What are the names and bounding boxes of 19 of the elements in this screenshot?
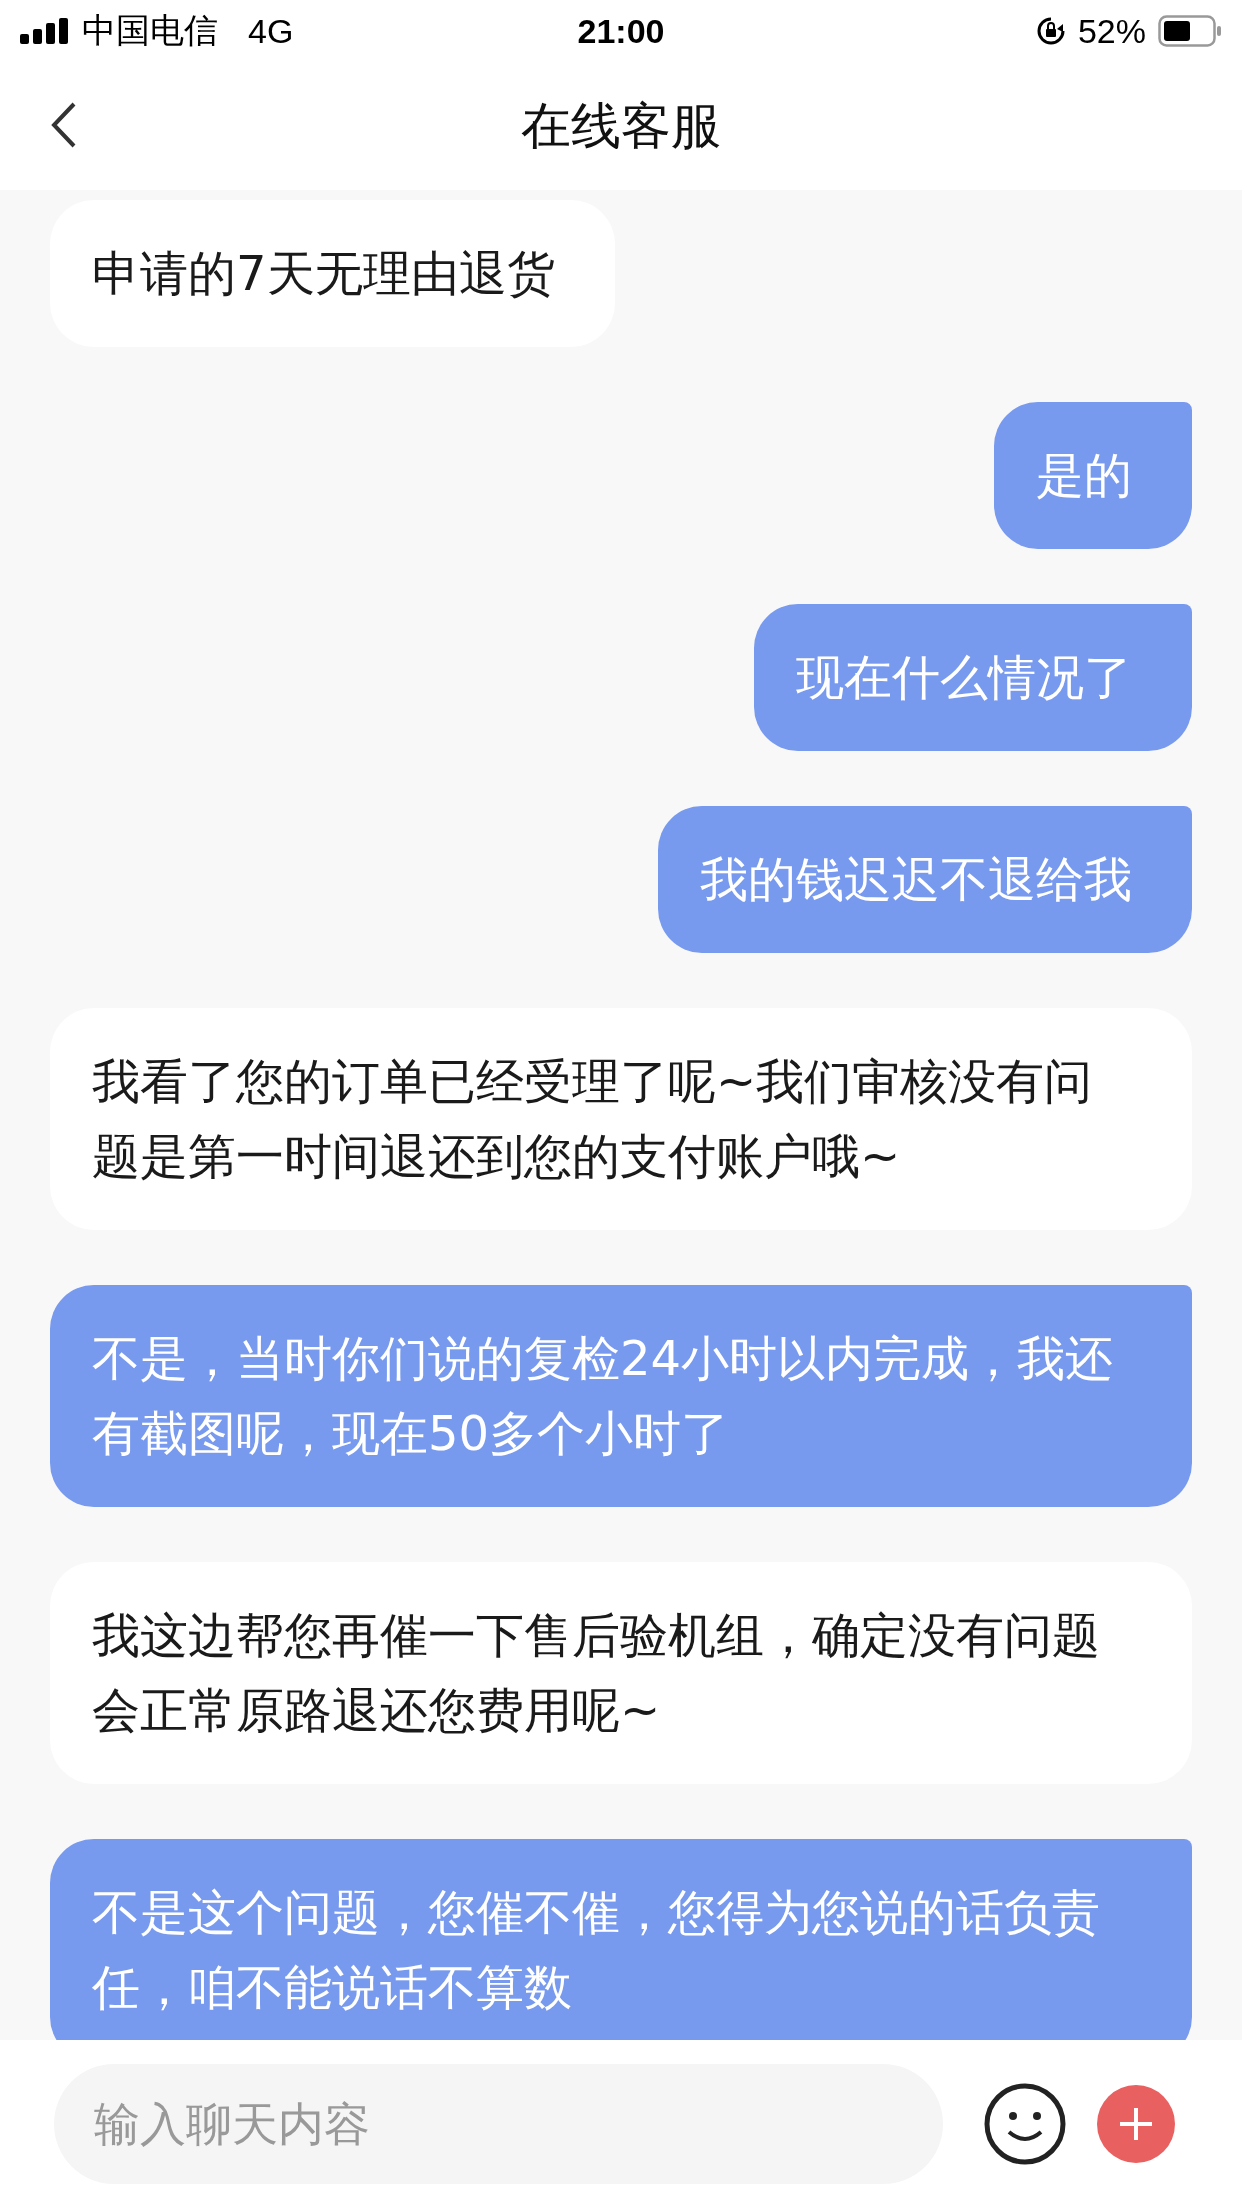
battery-icon xyxy=(1158,15,1222,47)
message-bubble: 我看了您的订单已经受理了呢~我们审核没有问题是第一时间退还到您的支付账户哦~ xyxy=(50,1008,1192,1230)
message-bubble: 申请的7天无理由退货 xyxy=(50,200,615,347)
carrier-name: 中国电信 xyxy=(82,10,218,51)
message-input[interactable]: 输入聊天内容 xyxy=(54,2064,943,2184)
page-title: 在线客服 xyxy=(521,95,721,157)
plus-icon xyxy=(1118,2106,1154,2142)
signal-icon xyxy=(20,18,70,44)
message-bubble: 不是，当时你们说的复检24小时以内完成，我还有截图呢，现在50多个小时了 xyxy=(50,1285,1192,1507)
rotation-lock-icon xyxy=(1035,16,1066,46)
message-bubble: 我的钱迟迟不退给我 xyxy=(658,806,1192,953)
message-bubble: 是的 xyxy=(994,402,1192,549)
smiley-icon[interactable] xyxy=(983,2082,1067,2166)
network-type: 4G xyxy=(248,11,294,51)
message-bubble: 我这边帮您再催一下售后验机组，确定没有问题会正常原路退还您费用呢~ xyxy=(50,1562,1192,1784)
message-bubble: 现在什么情况了 xyxy=(754,604,1192,751)
clock-time: 21:00 xyxy=(577,11,665,51)
message-bubble: 不是这个问题，您催不催，您得为您说的话负责任，咱不能说话不算数 xyxy=(50,1839,1192,2040)
battery-percent: 52% xyxy=(1077,11,1146,51)
